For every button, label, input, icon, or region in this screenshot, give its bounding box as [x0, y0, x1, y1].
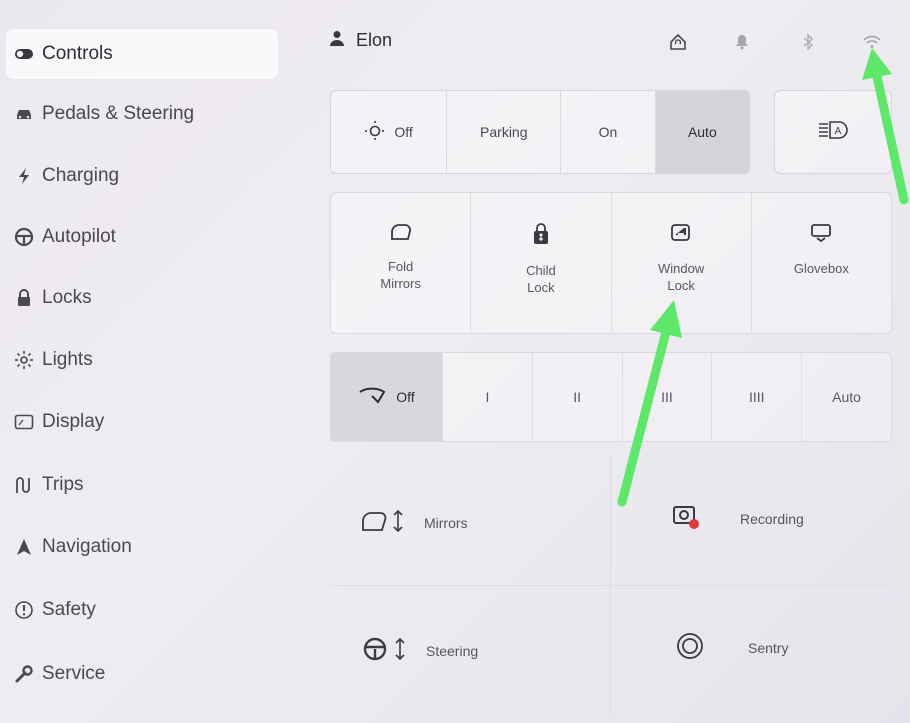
steering-wheel-icon — [6, 227, 42, 247]
wiper-option-off[interactable]: Off — [331, 353, 443, 441]
child-lock-button[interactable]: Child Lock — [471, 193, 612, 333]
recording-label: Recording — [740, 510, 804, 527]
lights-option-auto[interactable]: Auto — [655, 91, 749, 173]
mirror-icon — [389, 223, 413, 246]
headlight-sun-icon — [364, 120, 386, 145]
sidebar: Controls Pedals & Steering Charging Auto… — [0, 0, 290, 723]
lock-icon — [6, 289, 42, 307]
sidebar-item-label: Locks — [42, 287, 92, 308]
lights-option-label: On — [598, 124, 618, 140]
bell-icon[interactable] — [730, 30, 754, 54]
glovebox-label: Glovebox — [793, 261, 849, 276]
mirrors-adjust-button[interactable]: Mirrors — [360, 508, 468, 537]
wiper-option-1[interactable]: I — [443, 353, 533, 441]
mirrors-label: Mirrors — [424, 514, 468, 531]
sidebar-item-label: Controls — [42, 43, 113, 64]
annotation-arrow-wifi — [862, 48, 909, 205]
sidebar-item-label: Safety — [42, 599, 96, 620]
sidebar-item-safety[interactable]: Safety — [6, 585, 278, 635]
steering-adjust-icon — [362, 636, 408, 665]
safety-icon — [6, 600, 42, 620]
glovebox-button[interactable]: Glovebox — [752, 193, 891, 333]
wiper-level-label: I — [485, 389, 490, 405]
steering-label: Steering — [426, 642, 479, 659]
fold-mirrors-label: Fold Mirrors — [380, 259, 421, 291]
svg-text:A: A — [835, 126, 842, 137]
lights-option-label: Parking — [480, 124, 528, 140]
sentry-icon — [676, 632, 704, 663]
wrench-icon — [6, 665, 42, 683]
car-icon — [6, 107, 42, 121]
sidebar-item-controls[interactable]: Controls — [6, 29, 278, 79]
child-lock-icon — [532, 223, 550, 250]
wiper-level-label: II — [573, 389, 582, 405]
sidebar-item-label: Autopilot — [42, 226, 116, 247]
lights-option-label: Off — [394, 124, 413, 140]
bluetooth-icon[interactable] — [796, 30, 820, 54]
sidebar-item-label: Charging — [42, 165, 120, 186]
wiper-off-label: Off — [396, 389, 415, 405]
sidebar-item-label: Navigation — [42, 536, 132, 557]
lights-selector: Off Parking On Auto — [330, 90, 750, 174]
window-lock-icon — [670, 223, 692, 248]
person-icon — [330, 30, 344, 51]
sun-icon — [6, 350, 42, 370]
user-name: Elon — [356, 30, 393, 50]
navigation-icon — [6, 538, 42, 556]
annotation-arrow-window-lock — [617, 300, 682, 507]
sentry-button[interactable]: Sentry — [676, 632, 788, 663]
sidebar-item-pedals-steering[interactable]: Pedals & Steering — [6, 89, 278, 139]
sidebar-item-label: Service — [42, 663, 106, 684]
glovebox-icon — [810, 223, 832, 248]
sidebar-item-trips[interactable]: Trips — [6, 460, 278, 510]
home-icon[interactable] — [666, 30, 690, 54]
auto-high-beam-icon: A — [817, 119, 849, 146]
display-icon — [6, 414, 42, 430]
wiper-icon — [358, 386, 386, 409]
bolt-icon — [6, 167, 42, 185]
sidebar-item-label: Trips — [42, 474, 84, 495]
lights-option-off[interactable]: Off — [331, 91, 448, 173]
sidebar-item-label: Pedals & Steering — [42, 103, 195, 124]
top-bar: Elon — [330, 24, 890, 64]
sidebar-item-autopilot[interactable]: Autopilot — [6, 212, 278, 262]
user-profile[interactable]: Elon — [330, 30, 392, 51]
toggle-icon — [6, 48, 42, 60]
lights-option-on[interactable]: On — [561, 91, 656, 173]
wiper-option-4[interactable]: IIII — [712, 353, 803, 441]
wiper-auto-label: Auto — [832, 389, 861, 405]
lights-option-parking[interactable]: Parking — [447, 91, 562, 173]
wiper-level-label: IIII — [749, 389, 765, 405]
sidebar-item-lights[interactable]: Lights — [6, 335, 278, 385]
sidebar-item-locks[interactable]: Locks — [6, 273, 278, 323]
mirror-adjust-icon — [360, 508, 406, 537]
recording-button[interactable]: Recording — [672, 503, 804, 534]
sidebar-item-label: Display — [42, 411, 105, 432]
sidebar-item-charging[interactable]: Charging — [6, 151, 278, 201]
trips-icon — [6, 476, 42, 494]
sidebar-item-label: Lights — [42, 349, 93, 370]
wiper-option-auto[interactable]: Auto — [802, 353, 891, 441]
sidebar-item-service[interactable]: Service — [6, 649, 278, 699]
sidebar-item-display[interactable]: Display — [6, 397, 278, 447]
lights-option-label: Auto — [687, 124, 717, 140]
steering-adjust-button[interactable]: Steering — [362, 636, 478, 665]
fold-mirrors-button[interactable]: Fold Mirrors — [331, 193, 472, 333]
window-lock-label: Window Lock — [658, 261, 705, 293]
sidebar-item-navigation[interactable]: Navigation — [6, 522, 278, 572]
child-lock-label: Child Lock — [526, 263, 556, 295]
sentry-label: Sentry — [748, 639, 789, 656]
